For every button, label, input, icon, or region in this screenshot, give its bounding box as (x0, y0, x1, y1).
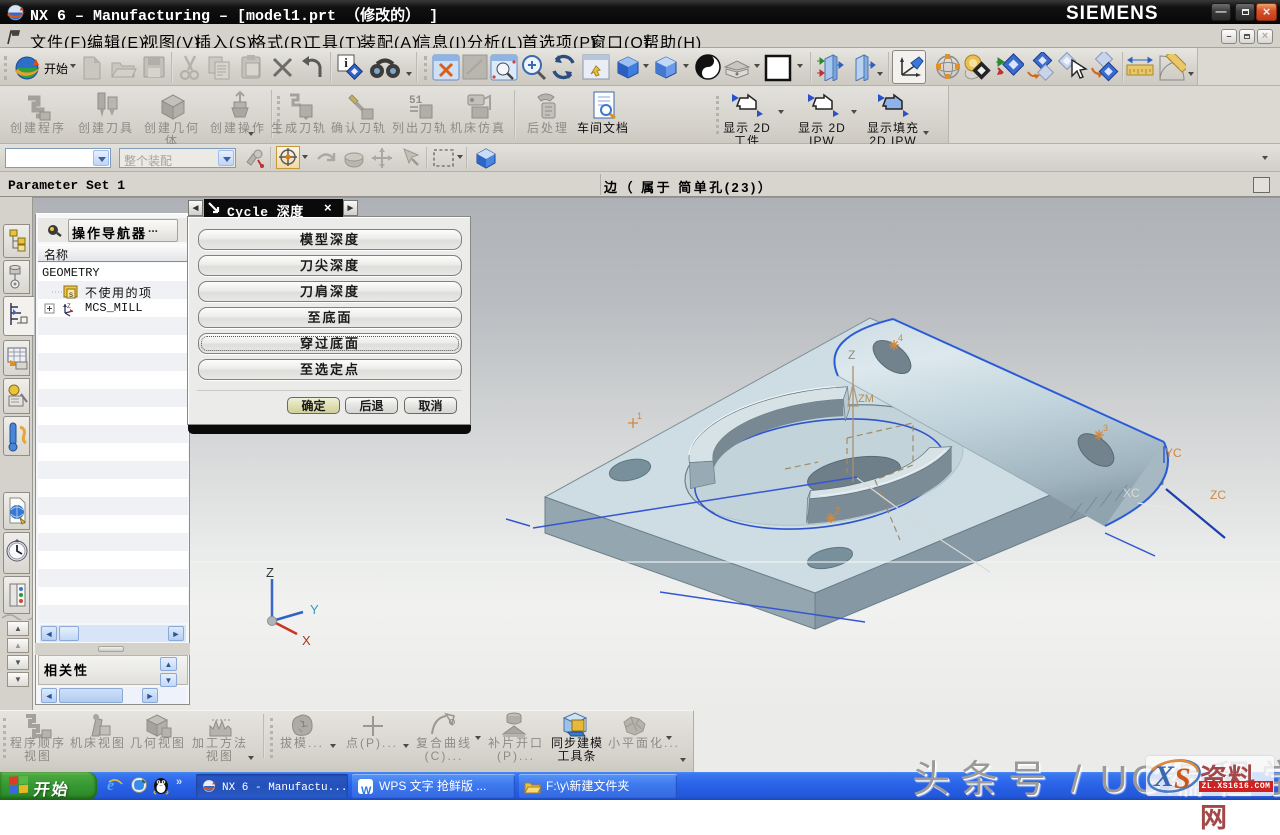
svg-text:XC: XC (1123, 486, 1140, 500)
svg-text:1: 1 (637, 411, 642, 421)
svg-text:Z: Z (67, 304, 71, 310)
svg-text:X: X (302, 633, 311, 648)
svg-text:YC: YC (1165, 446, 1182, 460)
svg-text:i: i (344, 55, 348, 70)
svg-text:Z: Z (266, 565, 274, 580)
svg-text:2: 2 (835, 506, 840, 516)
svg-text:4: 4 (898, 333, 903, 343)
svg-text:s: s (69, 290, 73, 299)
svg-text:S: S (1174, 762, 1191, 795)
svg-text:X: X (1153, 760, 1175, 793)
svg-text:1: 1 (301, 720, 306, 729)
svg-text:ZC: ZC (1210, 488, 1226, 502)
svg-text:3: 3 (1103, 423, 1108, 433)
svg-text:Y: Y (310, 602, 319, 617)
svg-text:ZM: ZM (858, 393, 874, 405)
svg-text:Z: Z (848, 348, 855, 362)
